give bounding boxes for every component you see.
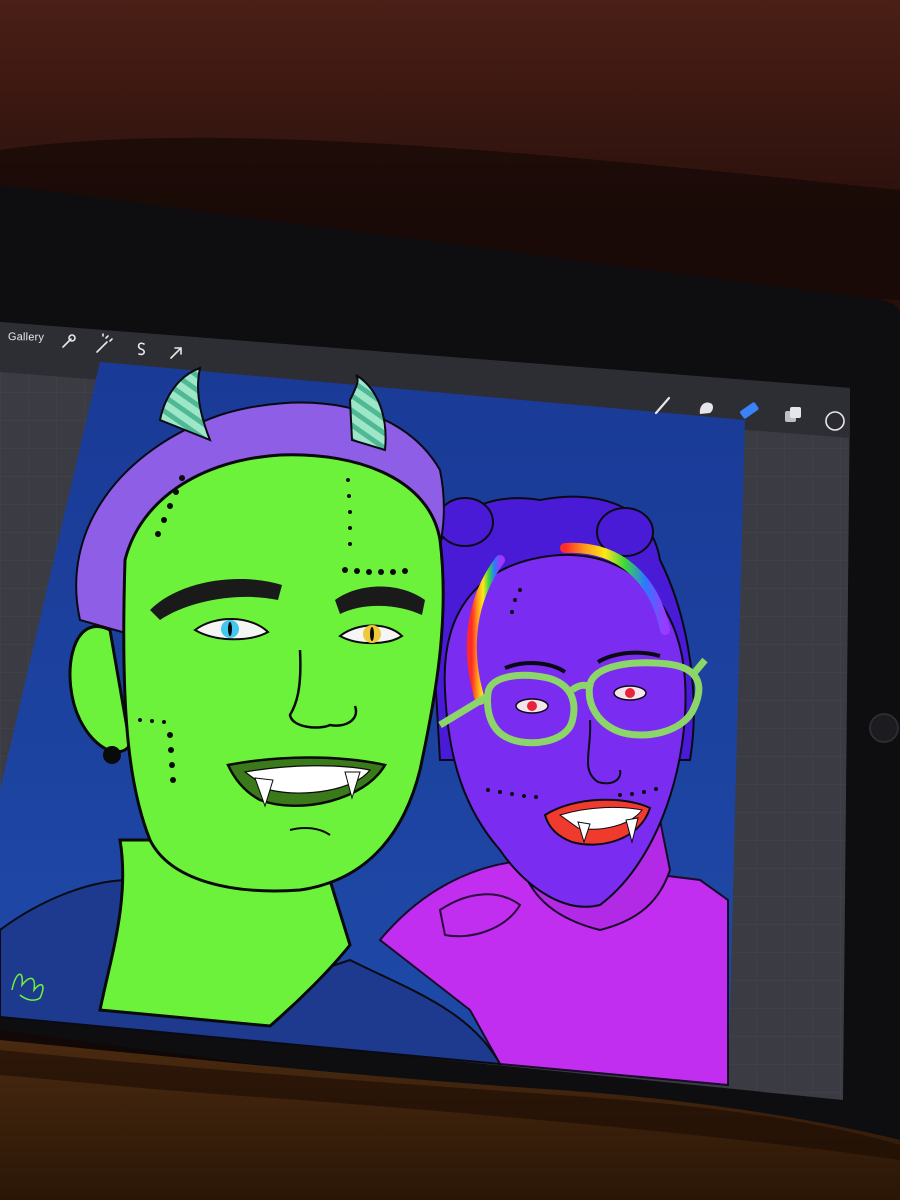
- tablet-home-button: [869, 713, 899, 743]
- photo-scene: [0, 0, 900, 1200]
- woman-hair-bun-left: [436, 497, 494, 547]
- woman-iris-left: [527, 701, 537, 711]
- man-pupil-right: [370, 627, 374, 641]
- man-pupil-left: [228, 622, 232, 636]
- color-circle-icon[interactable]: [825, 411, 845, 431]
- artwork-canvas[interactable]: [0, 362, 745, 1087]
- man-ear-plug: [103, 746, 121, 764]
- gallery-button[interactable]: Gallery: [8, 331, 44, 344]
- man-face: [122, 453, 445, 893]
- woman-iris-right: [625, 688, 635, 698]
